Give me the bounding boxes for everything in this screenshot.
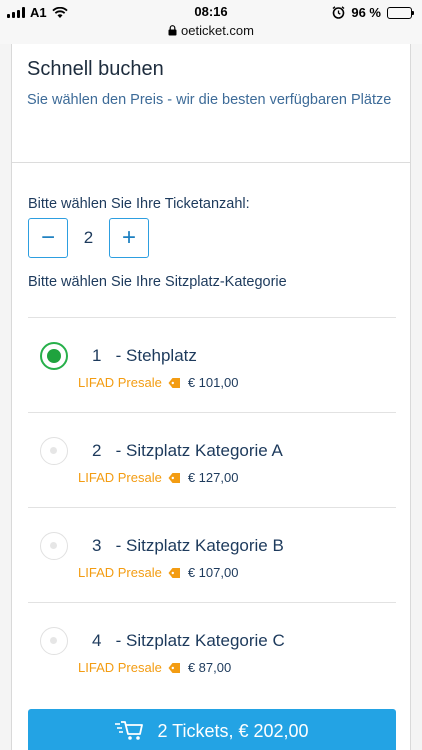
book-tickets-button[interactable]: 2 Tickets, € 202,00 xyxy=(28,709,396,750)
category-options: 1 - Stehplatz LIFAD Presale € 101,00 2 -… xyxy=(28,317,396,697)
quantity-stepper: − 2 + xyxy=(28,218,149,258)
option-title: 3 - Sitzplatz Kategorie B xyxy=(92,536,284,555)
page-title: Schnell buchen xyxy=(27,58,164,80)
category-option-1[interactable]: 1 - Stehplatz LIFAD Presale € 101,00 xyxy=(28,317,396,412)
status-right: 96 % xyxy=(332,5,414,20)
option-details: LIFAD Presale € 127,00 xyxy=(78,470,238,485)
option-title: 4 - Sitzplatz Kategorie C xyxy=(92,631,285,650)
option-price: € 107,00 xyxy=(187,565,239,580)
radio-button[interactable] xyxy=(40,627,68,655)
category-option-2[interactable]: 2 - Sitzplatz Kategorie A LIFAD Presale … xyxy=(28,412,396,507)
option-price: € 87,00 xyxy=(187,660,232,675)
increase-button[interactable]: + xyxy=(109,218,149,258)
address-bar[interactable]: oeticket.com xyxy=(0,23,422,38)
book-button-label: 2 Tickets, € 202,00 xyxy=(157,720,309,741)
tag-icon xyxy=(168,377,180,388)
battery-icon xyxy=(387,6,414,19)
lock-icon xyxy=(168,25,177,36)
booking-header: Schnell buchen Sie wählen den Preis - wi… xyxy=(12,44,410,163)
radio-button-selected[interactable] xyxy=(40,342,68,370)
option-details: LIFAD Presale € 87,00 xyxy=(78,660,231,675)
radio-button[interactable] xyxy=(40,532,68,560)
category-option-4[interactable]: 4 - Sitzplatz Kategorie C LIFAD Presale … xyxy=(28,602,396,697)
option-title: 1 - Stehplatz xyxy=(92,346,197,365)
presale-label: LIFAD Presale xyxy=(78,470,162,485)
category-option-3[interactable]: 3 - Sitzplatz Kategorie B LIFAD Presale … xyxy=(28,507,396,602)
battery-percent: 96 % xyxy=(351,5,381,20)
radio-button[interactable] xyxy=(40,437,68,465)
tag-icon xyxy=(168,567,180,578)
alarm-icon xyxy=(332,6,345,19)
tag-icon xyxy=(168,662,180,673)
presale-label: LIFAD Presale xyxy=(78,375,162,390)
tag-icon xyxy=(168,472,180,483)
quantity-value: 2 xyxy=(83,228,94,247)
presale-label: LIFAD Presale xyxy=(78,565,162,580)
cart-icon xyxy=(115,721,144,740)
presale-label: LIFAD Presale xyxy=(78,660,162,675)
option-title: 2 - Sitzplatz Kategorie A xyxy=(92,441,283,460)
booking-card: Schnell buchen Sie wählen den Preis - wi… xyxy=(11,44,411,750)
page-subtitle: Sie wählen den Preis - wir die besten ve… xyxy=(27,92,392,108)
status-bar: A1 08:16 oeticket.com 96 % xyxy=(0,0,422,44)
option-details: LIFAD Presale € 101,00 xyxy=(78,375,238,390)
decrease-button[interactable]: − xyxy=(28,218,68,258)
ticket-count-label: Bitte wählen Sie Ihre Ticketanzahl: xyxy=(28,196,250,212)
option-price: € 127,00 xyxy=(187,470,239,485)
category-label: Bitte wählen Sie Ihre Sitzplatz-Kategori… xyxy=(28,274,287,290)
option-price: € 101,00 xyxy=(187,375,239,390)
option-details: LIFAD Presale € 107,00 xyxy=(78,565,238,580)
url-text: oeticket.com xyxy=(181,23,254,38)
